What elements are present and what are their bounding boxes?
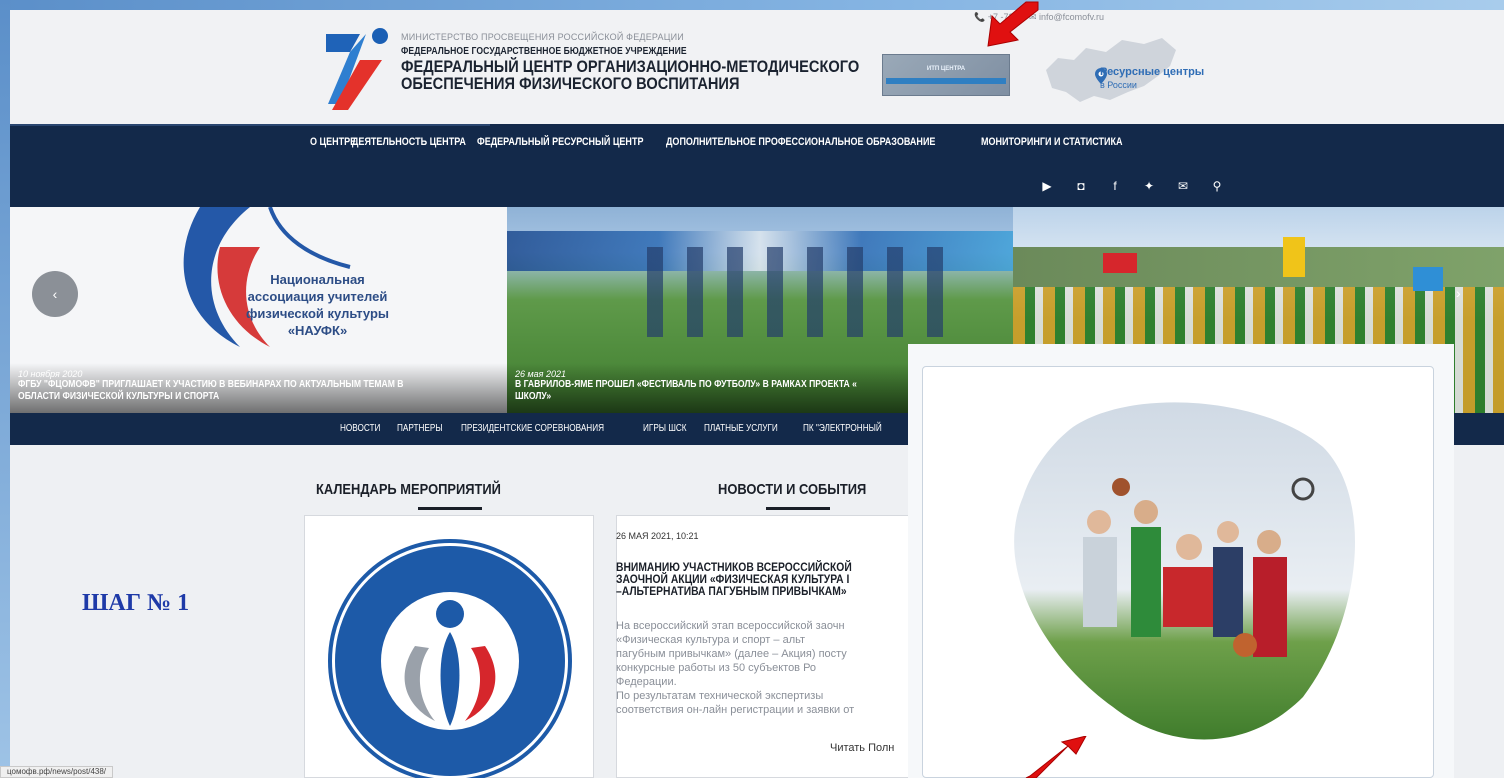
itp-banner[interactable]: ИТП ЦЕНТРА [882, 54, 1010, 96]
org-name[interactable]: ФЕДЕРАЛЬНЫЙ ЦЕНТР ОРГАНИЗАЦИОННО-МЕТОДИЧ… [401, 58, 883, 92]
org-name-line2: ОБЕСПЕЧЕНИЯ ФИЗИЧЕСКОГО ВОСПИТАНИЯ [401, 74, 740, 93]
org-name-line1: ФЕДЕРАЛЬНЫЙ ЦЕНТР ОРГАНИЗАЦИОННО-МЕТОДИЧ… [401, 57, 860, 76]
nav-item-about[interactable]: О ЦЕНТРЕ [310, 136, 356, 148]
flag-icon [1103, 253, 1137, 273]
subnav-item-news[interactable]: НОВОСТИ [340, 423, 380, 434]
news-body-line2: «Физическая культура и спорт – альт [616, 634, 806, 646]
org-type-label: ФЕДЕРАЛЬНОЕ ГОСУДАРСТВЕННОЕ БЮДЖЕТНОЕ УЧ… [401, 46, 687, 57]
flag-icon [1283, 237, 1305, 277]
subnav-item-electronic[interactable]: ПК "ЭЛЕКТРОННЫЙ [803, 423, 882, 434]
ministry-label: МИНИСТЕРСТВО ПРОСВЕЩЕНИЯ РОССИЙСКОЙ ФЕДЕ… [401, 32, 684, 42]
image-popup [908, 344, 1454, 778]
slide1-title[interactable]: ФГБУ "ФЦОМОФВ" ПРИГЛАШАЕТ К УЧАСТИЮ В ВЕ… [18, 379, 500, 403]
news-section-title: НОВОСТИ И СОБЫТИЯ [718, 481, 867, 498]
subnav-item-paid-services[interactable]: ПЛАТНЫЕ УСЛУГИ [704, 423, 778, 434]
slider-prev-button[interactable]: ‹ [32, 271, 78, 317]
facebook-icon[interactable]: f [1108, 179, 1122, 193]
subnav-item-presidential[interactable]: ПРЕЗИДЕНТСКИЕ СОРЕВНОВАНИЯ [461, 423, 604, 434]
site-header: МИНИСТЕРСТВО ПРОСВЕЩЕНИЯ РОССИЙСКОЙ ФЕДЕ… [10, 10, 1504, 124]
twitter-icon[interactable]: ✦ [1142, 179, 1156, 193]
news-body-line3: пагубным привычкам» (далее – Акция) пост… [616, 648, 847, 660]
nav-item-activity[interactable]: ДЕЯТЕЛЬНОСТЬ ЦЕНТРА [352, 136, 466, 148]
nav-top-line [10, 124, 490, 126]
main-nav: О ЦЕНТРЕ ДЕЯТЕЛЬНОСТЬ ЦЕНТРА ФЕДЕРАЛЬНЫЙ… [10, 124, 1504, 208]
kids-sports-image [1014, 402, 1356, 740]
nauf-text-line3: физической культуры [246, 306, 389, 321]
search-icon[interactable]: ⚲ [1210, 179, 1224, 193]
social-links: ▶ ◘ f ✦ ✉ ⚲ [1040, 179, 1224, 193]
slider-next-button[interactable]: › [1456, 285, 1461, 301]
status-bar-url: цомофв.рф/news/post/438/ [0, 766, 114, 778]
calendar-section-title: КАЛЕНДАРЬ МЕРОПРИЯТИЙ [316, 481, 501, 498]
main-nav-items: О ЦЕНТРЕ ДЕЯТЕЛЬНОСТЬ ЦЕНТРА ФЕДЕРАЛЬНЫЙ… [310, 136, 1124, 148]
calendar-card[interactable] [304, 515, 594, 778]
news-body-line5: Федерации. [616, 676, 677, 688]
resource-centers-title: Ресурсные центры [1100, 66, 1205, 78]
read-more-link[interactable]: Читать Полн [830, 742, 894, 754]
slide1-caption: 10 ноября 2020 ФГБУ "ФЦОМОФВ" ПРИГЛАШАЕТ… [10, 363, 507, 413]
slide1-date: 10 ноября 2020 [18, 369, 83, 379]
festival-people-silhouettes [647, 247, 947, 337]
popup-card[interactable] [922, 366, 1434, 778]
news-body-line1: На всероссийский этап всероссийской заоч… [616, 620, 845, 632]
slide-top-accent-bar [0, 0, 1504, 10]
news-title-underline [766, 507, 830, 510]
news-body-line6: По результатам технической экспертизы [616, 690, 824, 702]
step-label: ШАГ № 1 [82, 590, 190, 616]
news-headline-line3: –АЛЬТЕРНАТИВА ПАГУБНЫМ ПРИВЫЧКАМ» [616, 584, 847, 598]
subnav-item-games[interactable]: ИГРЫ ШСК [643, 423, 687, 434]
youtube-icon[interactable]: ▶ [1040, 179, 1054, 193]
org-logo[interactable] [320, 24, 390, 110]
itp-banner-label: ИТП ЦЕНТРА [926, 66, 966, 72]
calendar-title-underline [418, 507, 482, 510]
school-sports-clubs-logo [328, 539, 572, 778]
nav-item-education[interactable]: ДОПОЛНИТЕЛЬНОЕ ПРОФЕССИОНАЛЬНОЕ ОБРАЗОВА… [666, 136, 935, 148]
news-body-line7: соответствия он-лайн регистрации и заявк… [616, 704, 855, 716]
news-body-line4: конкурсные работы из 50 субъектов Ро [616, 662, 817, 674]
red-pointer-arrow-top [987, 1, 1039, 47]
nav-item-resource-center[interactable]: ФЕДЕРАЛЬНЫЙ РЕСУРСНЫЙ ЦЕНТР [477, 136, 643, 148]
instagram-icon[interactable]: ◘ [1074, 179, 1088, 193]
news-body: На всероссийский этап всероссийской заоч… [616, 619, 916, 717]
nauf-text-line2: ассоциация учителей [247, 289, 388, 304]
slide-webinar[interactable]: Национальная ассоциация учителей физичес… [10, 207, 507, 413]
nav-item-monitoring[interactable]: МОНИТОРИНГИ И СТАТИСТИКА [981, 136, 1123, 148]
news-date: 26 МАЯ 2021, 10:21 [616, 531, 699, 541]
news-headline[interactable]: ВНИМАНИЮ УЧАСТНИКОВ ВСЕРОССИЙСКОЙ ЗАОЧНО… [616, 561, 926, 597]
red-pointer-arrow-bottom [1025, 736, 1087, 778]
slide-left-accent-bar [0, 0, 10, 778]
slide1-title-line2: ОБЛАСТИ ФИЗИЧЕСКОЙ КУЛЬТУРЫ И СПОРТА [18, 391, 220, 402]
secondary-nav-items: НОВОСТИ ПАРТНЕРЫ ПРЕЗИДЕНТСКИЕ СОРЕВНОВА… [340, 423, 907, 434]
flag-icon [1413, 267, 1443, 291]
nauf-image-text: Национальная ассоциация учителей физичес… [246, 271, 389, 339]
itp-banner-bar [886, 78, 1006, 84]
subnav-item-partners[interactable]: ПАРТНЕРЫ [397, 423, 443, 434]
nauf-text-line4: «НАУФК» [287, 323, 348, 338]
mail-icon[interactable]: ✉ [1176, 179, 1190, 193]
resource-centers-subtitle: в России [1100, 80, 1137, 90]
slide1-title-line1: ФГБУ "ФЦОМОФВ" ПРИГЛАШАЕТ К УЧАСТИЮ В ВЕ… [18, 379, 404, 390]
nauf-text-line1: Национальная [270, 272, 365, 287]
